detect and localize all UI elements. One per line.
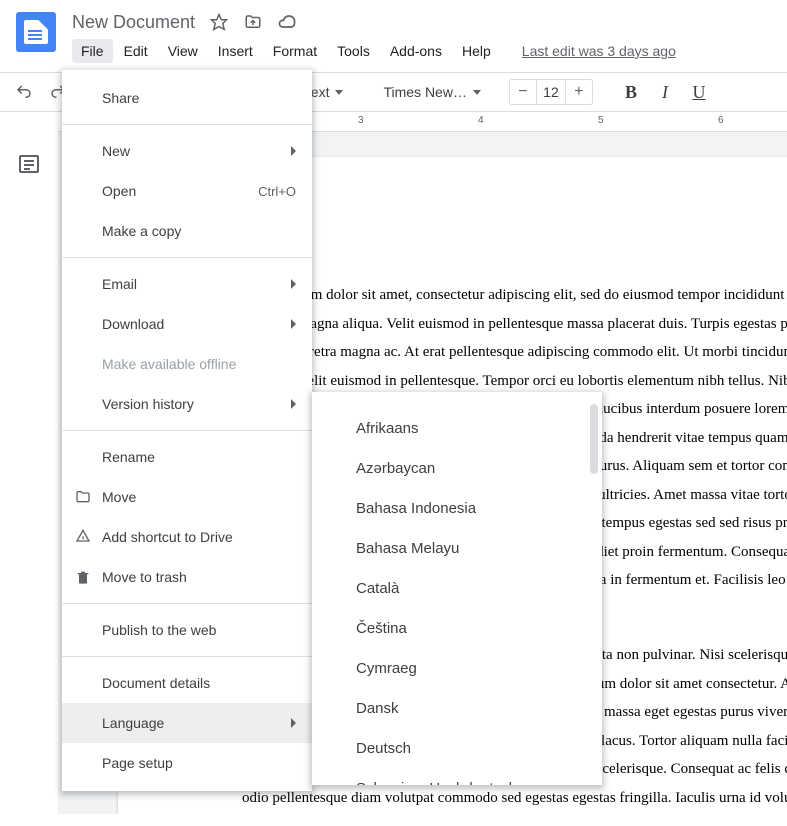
- menu-divider: [62, 124, 312, 125]
- chevron-right-icon: [291, 319, 296, 329]
- language-option[interactable]: Schweizer Hochdeutsch: [312, 768, 602, 785]
- language-option[interactable]: Bahasa Indonesia: [312, 488, 602, 528]
- menu-tools[interactable]: Tools: [328, 39, 379, 63]
- italic-button[interactable]: I: [651, 78, 679, 106]
- undo-button[interactable]: [10, 78, 38, 106]
- language-option[interactable]: Cymraeg: [312, 648, 602, 688]
- font-size-increase[interactable]: +: [566, 80, 592, 104]
- file-menu-page-setup[interactable]: Page setup: [62, 743, 312, 783]
- menu-divider: [62, 257, 312, 258]
- file-menu-share[interactable]: Share: [62, 78, 312, 118]
- language-option[interactable]: Dansk: [312, 688, 602, 728]
- file-menu-new[interactable]: New: [62, 131, 312, 171]
- last-edit-link[interactable]: Last edit was 3 days ago: [522, 43, 676, 59]
- file-menu-rename[interactable]: Rename: [62, 437, 312, 477]
- menu-edit[interactable]: Edit: [115, 39, 157, 63]
- ruler-mark: 3: [358, 115, 364, 126]
- scrollbar-thumb[interactable]: [590, 404, 598, 474]
- file-menu-download[interactable]: Download: [62, 304, 312, 344]
- bold-button[interactable]: B: [617, 78, 645, 106]
- file-menu-offline: Make available offline: [62, 344, 312, 384]
- file-menu-make-copy[interactable]: Make a copy: [62, 211, 312, 251]
- document-outline-icon[interactable]: [17, 152, 41, 176]
- ruler-mark: 4: [478, 115, 484, 126]
- language-option[interactable]: Deutsch: [312, 728, 602, 768]
- language-option[interactable]: Čeština: [312, 608, 602, 648]
- docs-logo[interactable]: [16, 12, 56, 52]
- trash-icon: [74, 568, 92, 586]
- menu-divider: [62, 656, 312, 657]
- folder-icon: [74, 488, 92, 506]
- menu-file[interactable]: File: [72, 39, 113, 63]
- language-option[interactable]: Afrikaans: [312, 408, 602, 448]
- language-option[interactable]: Català: [312, 568, 602, 608]
- menubar: File Edit View Insert Format Tools Add-o…: [72, 36, 779, 66]
- underline-button[interactable]: U: [685, 78, 713, 106]
- font-size-input[interactable]: [536, 80, 566, 104]
- chevron-right-icon: [291, 718, 296, 728]
- file-menu-trash[interactable]: Move to trash: [62, 557, 312, 597]
- file-menu-doc-details[interactable]: Document details: [62, 663, 312, 703]
- chevron-down-icon: [473, 90, 481, 95]
- menu-divider: [62, 603, 312, 604]
- font-family-label: Times New…: [383, 84, 467, 100]
- language-option[interactable]: Azərbaycan: [312, 448, 602, 488]
- menu-addons[interactable]: Add-ons: [381, 39, 451, 63]
- move-to-folder-icon[interactable]: [243, 12, 263, 32]
- menu-help[interactable]: Help: [453, 39, 500, 63]
- chevron-down-icon: [335, 90, 343, 95]
- chevron-right-icon: [291, 146, 296, 156]
- language-submenu: Afrikaans Azərbaycan Bahasa Indonesia Ba…: [312, 392, 602, 785]
- chevron-right-icon: [291, 279, 296, 289]
- menu-insert[interactable]: Insert: [209, 39, 262, 63]
- ruler-mark: 5: [598, 115, 604, 126]
- file-menu-move[interactable]: Move: [62, 477, 312, 517]
- menu-format[interactable]: Format: [264, 39, 326, 63]
- file-menu-email[interactable]: Email: [62, 264, 312, 304]
- menu-view[interactable]: View: [159, 39, 207, 63]
- font-size-decrease[interactable]: −: [510, 80, 536, 104]
- file-menu-publish[interactable]: Publish to the web: [62, 610, 312, 650]
- shortcut-label: Ctrl+O: [258, 184, 296, 199]
- star-icon[interactable]: [209, 12, 229, 32]
- file-menu-open[interactable]: OpenCtrl+O: [62, 171, 312, 211]
- language-option[interactable]: Bahasa Melayu: [312, 528, 602, 568]
- cloud-status-icon[interactable]: [277, 12, 297, 32]
- font-size-stepper[interactable]: − +: [509, 79, 593, 105]
- file-menu-version-history[interactable]: Version history: [62, 384, 312, 424]
- file-menu-add-shortcut[interactable]: Add shortcut to Drive: [62, 517, 312, 557]
- menu-divider: [62, 430, 312, 431]
- chevron-right-icon: [291, 399, 296, 409]
- document-title[interactable]: New Document: [72, 12, 195, 33]
- font-family-dropdown[interactable]: Times New…: [379, 84, 485, 100]
- file-menu: Share New OpenCtrl+O Make a copy Email D…: [62, 70, 312, 791]
- file-menu-language[interactable]: Language: [62, 703, 312, 743]
- drive-shortcut-icon: [74, 528, 92, 546]
- ruler-mark: 6: [718, 115, 724, 126]
